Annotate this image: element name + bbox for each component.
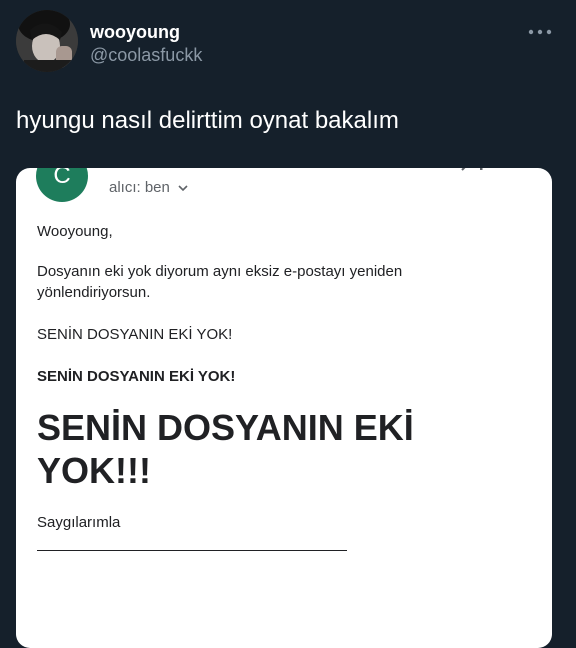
sender-avatar[interactable]: C	[36, 168, 88, 202]
email-paragraph: Dosyanın eki yok diyorum aynı eksiz e-po…	[37, 263, 403, 301]
email-line-bold: SENİN DOSYANIN EKİ YOK!	[37, 368, 236, 385]
display-name[interactable]: wooyoung	[90, 21, 180, 43]
avatar-photo	[16, 10, 78, 72]
cropped-toolbar-icons	[461, 168, 483, 171]
email-greeting: Wooyoung,	[37, 223, 113, 240]
more-horizontal-icon	[528, 29, 552, 35]
email-signoff: Saygılarımla	[37, 514, 121, 531]
recipient-line[interactable]: alıcı: ben	[109, 178, 188, 198]
email-headline: SENİN DOSYANIN EKİ YOK!!!	[37, 407, 414, 491]
tweet-header: wooyoung @coolasfuckk	[0, 0, 576, 90]
chevron-down-icon	[178, 185, 188, 192]
more-options-button[interactable]	[524, 22, 556, 42]
email-screenshot[interactable]: C alıcı: ben Wooyoung, Dosyanın eki yok …	[16, 168, 552, 648]
email-line-regular: SENİN DOSYANIN EKİ YOK!	[37, 326, 233, 343]
user-handle[interactable]: @coolasfuckk	[90, 44, 202, 66]
tweet-text: hyungu nasıl delirttim oynat bakalım	[16, 107, 399, 134]
user-avatar[interactable]	[16, 10, 78, 72]
signature-line	[37, 550, 347, 551]
recipient-label: alıcı: ben	[109, 179, 170, 196]
